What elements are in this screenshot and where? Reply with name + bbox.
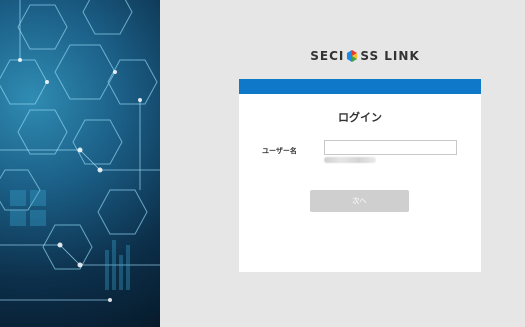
next-button[interactable]: 次へ: [310, 190, 409, 212]
page-title: ログイン: [338, 111, 382, 124]
secioss-link-logo: SECI SS LINK: [310, 47, 420, 65]
card-header-bar: [239, 79, 481, 94]
circuit-hexagon-graphic: [0, 0, 160, 302]
logo-text-left: SECI: [310, 49, 345, 63]
username-hint-blurred: [324, 157, 376, 163]
username-label: ユーザー名: [262, 147, 297, 155]
logo-text-right: SS LINK: [360, 49, 420, 63]
login-card: [239, 79, 481, 272]
username-input[interactable]: [324, 140, 457, 155]
hero-image-panel: [0, 0, 160, 327]
logo-mark-icon: [347, 50, 358, 62]
